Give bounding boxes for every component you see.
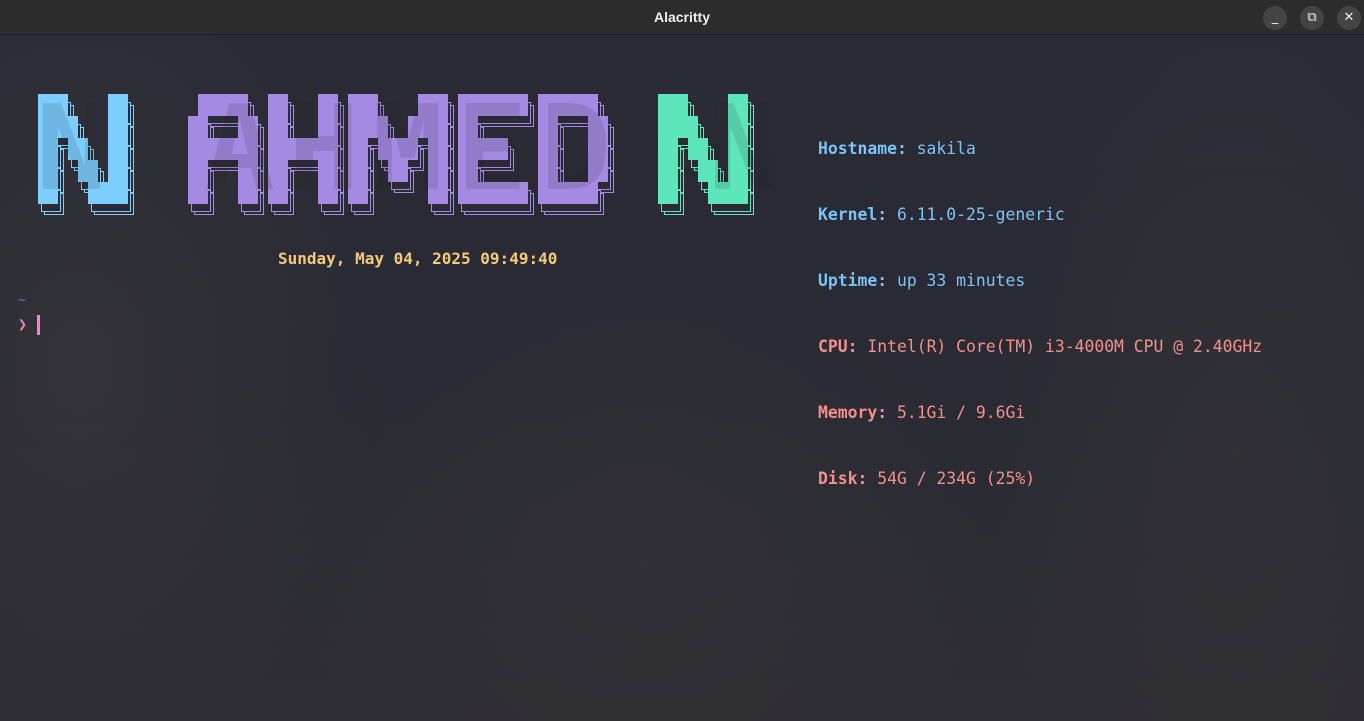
banner-block-d [538,160,558,182]
banner-block-m [348,116,388,138]
banner-block-n [38,94,68,116]
banner-block-a [188,182,208,204]
banner-block-n [68,138,88,160]
banner-block-d [538,138,558,160]
banner-block-a [188,138,258,160]
banner-block-n [108,116,128,138]
banner-block-n [728,116,748,138]
banner-block-h [268,138,338,160]
banner-block-h [318,116,338,138]
banner-block-a [238,182,258,204]
banner-block-m [348,94,378,116]
banner-block-e [458,160,478,182]
banner-block-a [238,160,258,182]
prompt-symbol: ❯ [18,315,28,333]
banner-block-e [458,138,508,160]
info-memory: Memory: 5.1Gi / 9.6Gi [818,403,1026,422]
prompt-cwd: ~ [18,293,26,308]
banner-block-n [728,94,748,116]
system-info: Hostname: sakila Kernel: 6.11.0-25-gener… [818,94,1262,512]
banner-block-n [658,116,698,138]
banner-block-m [428,182,448,204]
banner-block-m [418,94,448,116]
banner-block-d [588,138,608,160]
banner-block-n [728,160,748,182]
banner-block-h [268,94,288,116]
banner-block-n [688,138,708,160]
banner-block-e [458,94,528,116]
datetime: Sunday, May 04, 2025 09:49:40 [278,249,558,268]
banner-block-m [348,160,368,182]
banner-block-e [458,116,478,138]
banner-block-n [728,138,748,160]
text-cursor [37,315,40,335]
banner-block-a [198,94,248,116]
banner-block-h [268,160,288,182]
banner-block-m [428,138,448,160]
banner-block-a [188,160,208,182]
banner-block-n [38,182,58,204]
banner-block-n [38,160,58,182]
banner-block-n [38,116,78,138]
info-hostname: Hostname: sakila [818,139,976,158]
banner-block-m [388,160,408,182]
banner-block-n [108,160,128,182]
banner-block-d [588,160,608,182]
banner-block-m [408,116,448,138]
banner-block-n [108,94,128,116]
banner-block-n [698,160,718,182]
banner-block-a [238,116,258,138]
banner-block-a [188,116,208,138]
banner-block-d [538,182,598,204]
banner-block-d [538,116,558,138]
banner-block-n [88,182,128,204]
info-uptime: Uptime: up 33 minutes [818,271,1026,290]
banner-block-m [428,160,448,182]
banner-block-h [318,182,338,204]
banner-block-m [378,138,418,160]
banner-block-n [658,160,678,182]
banner-block-n [708,182,748,204]
banner-block-d [588,116,608,138]
banner-block-m [348,182,368,204]
banner-block-n [78,160,98,182]
banner-block-n [658,138,678,160]
banner-block-h [318,160,338,182]
info-cpu: CPU: Intel(R) Core(TM) i3-4000M CPU @ 2.… [818,337,1263,356]
banner-block-n [658,182,678,204]
banner-block-n [108,138,128,160]
banner-block-h [268,182,288,204]
info-kernel: Kernel: 6.11.0-25-generic [818,205,1065,224]
banner-block-e [458,182,528,204]
banner-block-m [348,138,368,160]
banner-block-h [268,116,288,138]
banner-block-d [538,94,598,116]
banner-block-n [658,94,688,116]
banner-block-n [38,138,58,160]
info-disk: Disk: 54G / 234G (25%) [818,469,1036,488]
banner-block-h [318,94,338,116]
